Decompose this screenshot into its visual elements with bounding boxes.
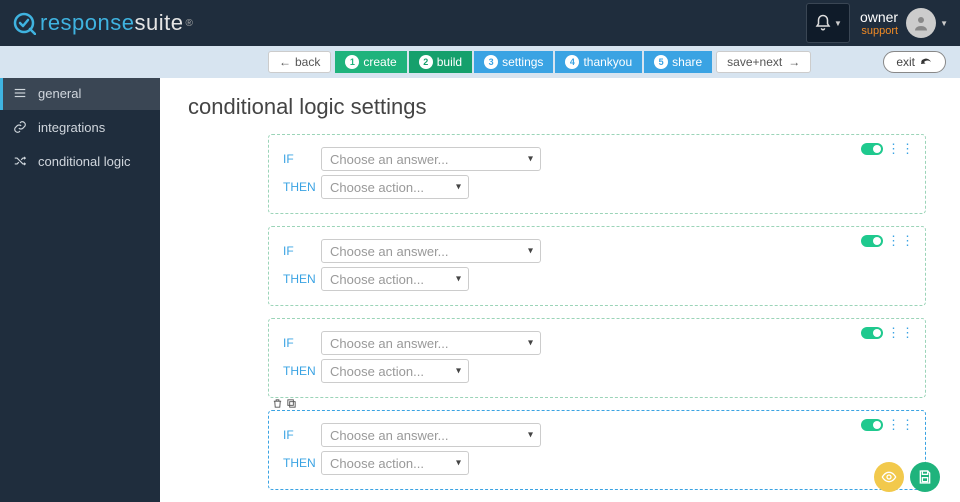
then-label: THEN <box>283 272 321 286</box>
action-select[interactable]: Choose action... <box>321 267 469 291</box>
rule-box: ⋮⋮ IFChoose an answer...THENChoose action… <box>268 134 926 214</box>
logo-text-2: suite <box>135 10 184 36</box>
step-build[interactable]: 2 build <box>409 51 472 73</box>
exit-button[interactable]: exit <box>883 51 946 73</box>
answer-select[interactable]: Choose an answer... <box>321 423 541 447</box>
bell-icon <box>814 14 832 32</box>
eye-icon <box>881 469 897 485</box>
if-label: IF <box>283 152 321 166</box>
drag-handle-icon[interactable]: ⋮⋮ <box>887 238 915 244</box>
sidebar-item-label: integrations <box>38 120 105 135</box>
rule-toggle[interactable] <box>861 143 883 155</box>
step-label: thankyou <box>583 55 632 69</box>
drag-handle-icon[interactable]: ⋮⋮ <box>887 146 915 152</box>
answer-select[interactable]: Choose an answer... <box>321 239 541 263</box>
avatar-icon <box>912 14 930 32</box>
chevron-down-icon: ▼ <box>834 19 842 28</box>
shuffle-icon <box>12 153 28 169</box>
sidebar: general integrations conditional logic <box>0 76 160 502</box>
main-layout: general integrations conditional logic con… <box>0 76 960 502</box>
step-label: share <box>672 55 702 69</box>
exit-arrow-icon <box>919 56 933 68</box>
rule-box: ⋮⋮ IFChoose an answer...THENChoose action… <box>268 410 926 490</box>
workflow-toolbar: back 1 create 2 build 3 settings 4 thankyou 5 sha… <box>0 46 960 78</box>
link-icon <box>12 119 28 135</box>
step-thankyou[interactable]: 4 thankyou <box>555 51 642 73</box>
rule-box: ⋮⋮ IFChoose an answer...THENChoose action… <box>268 226 926 306</box>
preview-fab[interactable] <box>874 462 904 492</box>
sidebar-item-conditional-logic[interactable]: conditional logic <box>0 144 160 178</box>
step-number: 1 <box>345 55 359 69</box>
rule-toggle[interactable] <box>861 419 883 431</box>
step-number: 3 <box>484 55 498 69</box>
back-button[interactable]: back <box>268 51 331 73</box>
then-label: THEN <box>283 456 321 470</box>
delete-rule-icon[interactable] <box>271 397 283 409</box>
action-select[interactable]: Choose action... <box>321 175 469 199</box>
content: conditional logic settings ⋮⋮IFChoose an… <box>160 76 960 502</box>
avatar <box>906 8 936 38</box>
copy-rule-icon[interactable] <box>285 397 297 409</box>
save-fab[interactable] <box>910 462 940 492</box>
answer-select[interactable]: Choose an answer... <box>321 147 541 171</box>
app-logo: responsesuite® <box>12 10 193 36</box>
step-number: 4 <box>565 55 579 69</box>
app-header: responsesuite® ▼ owner support ▼ <box>0 0 960 46</box>
floating-actions <box>874 462 940 492</box>
rule-toggle[interactable] <box>861 327 883 339</box>
step-number: 2 <box>419 55 433 69</box>
action-select[interactable]: Choose action... <box>321 359 469 383</box>
menu-icon <box>12 85 28 101</box>
step-create[interactable]: 1 create <box>335 51 406 73</box>
drag-handle-icon[interactable]: ⋮⋮ <box>887 422 915 428</box>
user-role: support <box>860 25 898 37</box>
rule-box: ⋮⋮ IFChoose an answer...THENChoose action… <box>268 318 926 398</box>
step-number: 5 <box>654 55 668 69</box>
sidebar-item-label: conditional logic <box>38 154 131 169</box>
chevron-down-icon: ▼ <box>940 19 948 28</box>
if-label: IF <box>283 244 321 258</box>
then-label: THEN <box>283 180 321 194</box>
rule-toggle[interactable] <box>861 235 883 247</box>
registered-mark-icon: ® <box>186 18 194 29</box>
drag-handle-icon[interactable]: ⋮⋮ <box>887 330 915 336</box>
step-share[interactable]: 5 share <box>644 51 712 73</box>
logo-text-1: response <box>40 10 135 36</box>
notifications-button[interactable]: ▼ <box>806 3 850 43</box>
then-label: THEN <box>283 364 321 378</box>
action-select[interactable]: Choose action... <box>321 451 469 475</box>
user-menu[interactable]: owner support ▼ <box>860 8 948 38</box>
page-title: conditional logic settings <box>188 94 932 120</box>
sidebar-item-general[interactable]: general <box>0 76 160 110</box>
step-label: settings <box>502 55 543 69</box>
if-label: IF <box>283 428 321 442</box>
step-settings[interactable]: 3 settings <box>474 51 553 73</box>
step-label: build <box>437 55 462 69</box>
answer-select[interactable]: Choose an answer... <box>321 331 541 355</box>
user-name: owner <box>860 9 898 25</box>
logo-mark-icon <box>12 11 36 35</box>
step-label: create <box>363 55 396 69</box>
sidebar-item-label: general <box>38 86 81 101</box>
save-next-button[interactable]: save+next <box>716 51 811 73</box>
if-label: IF <box>283 336 321 350</box>
sidebar-item-integrations[interactable]: integrations <box>0 110 160 144</box>
save-icon <box>917 469 933 485</box>
